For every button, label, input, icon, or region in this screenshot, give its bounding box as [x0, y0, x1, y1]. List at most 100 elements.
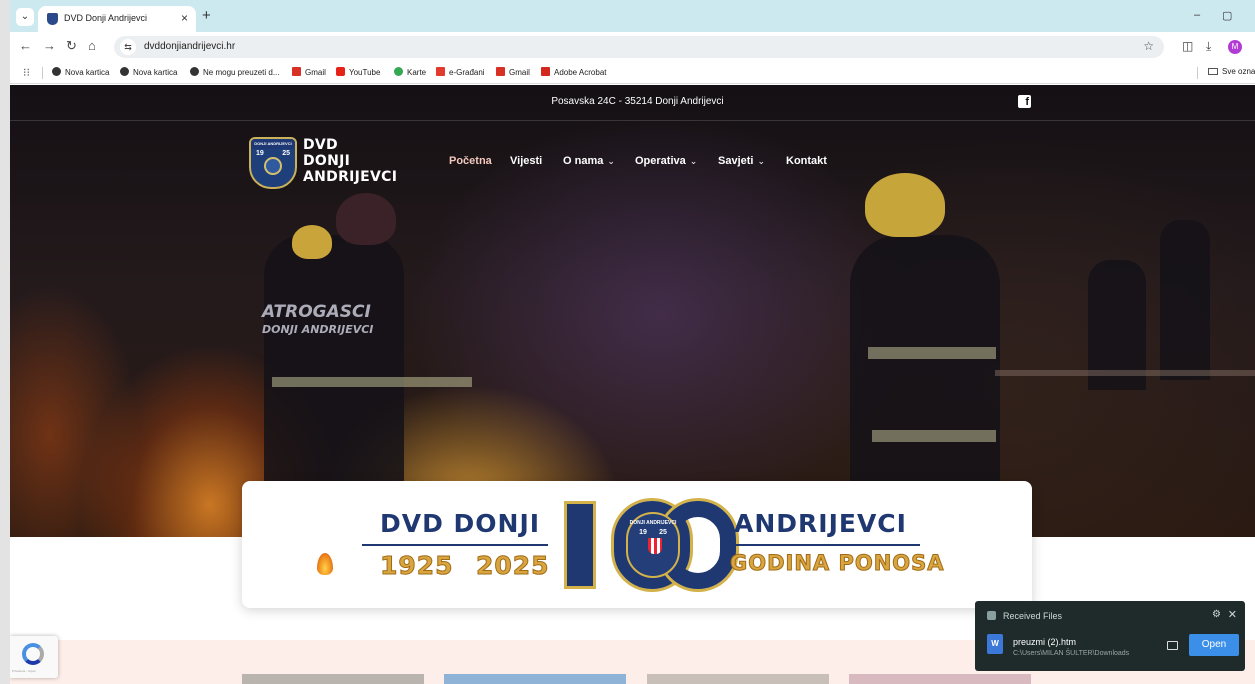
notification-title: Received Files [1003, 611, 1063, 621]
tab-close-icon[interactable]: × [181, 11, 188, 25]
bookmarks-divider [1197, 67, 1198, 79]
news-thumbnail[interactable] [647, 674, 829, 684]
nav-kontakt[interactable]: Kontakt [786, 155, 827, 167]
bookmark-item[interactable]: Nova kartica [120, 67, 177, 77]
firefighter-silhouette [1160, 220, 1210, 380]
badge-year-right: 25 [282, 150, 290, 157]
file-name[interactable]: preuzmi (2).htm [1013, 637, 1076, 647]
home-icon[interactable]: ⌂ [88, 38, 96, 54]
recaptcha-text: Privatnost - Uvjeti [12, 669, 36, 673]
bookmark-item[interactable]: Gmail [496, 67, 530, 77]
tab-strip: ⌄ DVD Donji Andrijevci × + – ▢ [10, 0, 1255, 32]
site-logo-text[interactable]: DVD DONJI ANDRIJEVCI [303, 137, 397, 185]
bookmark-item[interactable]: Ne mogu preuzeti d... [190, 67, 279, 77]
dvd-seal: DONJI ANDRIJEVCI 19 25 [626, 512, 680, 578]
helmet-shape [292, 225, 332, 259]
reflective-stripe [872, 430, 996, 442]
restore-button[interactable]: ▢ [1222, 9, 1232, 22]
site-settings-icon[interactable]: ⇆ [120, 39, 136, 55]
bookmark-item[interactable]: Adobe Acrobat [541, 67, 606, 77]
nav-pocetna[interactable]: Početna [449, 155, 492, 167]
bookmark-item[interactable]: Nova kartica [52, 67, 109, 77]
nav-operativa[interactable]: Operativa ⌄ [635, 155, 697, 167]
download-icon[interactable]: ⤓ [1206, 39, 1211, 54]
file-path: C:\Users\MILAN ŠULTER\Downloads [1013, 650, 1130, 657]
browser-toolbar: ← → ↻ ⌂ ⇆ dvddonjiandrijevci.hr ☆ ◫ ⤓ M [10, 32, 1255, 62]
received-files-notification: Received Files ⚙ ✕ W preuzmi (2).htm C:\… [975, 601, 1245, 671]
helmet-shape [865, 173, 945, 237]
globe-icon [120, 67, 129, 76]
profile-avatar[interactable]: M [1228, 40, 1242, 54]
reflective-stripe [868, 347, 996, 359]
recaptcha-badge[interactable]: Privatnost - Uvjeti [10, 636, 58, 678]
tab-title: DVD Donji Andrijevci [64, 13, 148, 23]
new-tab-button[interactable]: + [202, 8, 211, 24]
back-icon[interactable]: ← [19, 38, 32, 54]
seal-top-text: DONJI ANDRIJEVCI [629, 520, 677, 526]
seal-year-right: 25 [659, 529, 667, 536]
bookmark-item[interactable]: YouTube [336, 67, 380, 77]
site-favicon-icon [47, 13, 58, 25]
badge-year-left: 19 [256, 150, 264, 157]
url-text[interactable]: dvddonjiandrijevci.hr [144, 41, 235, 52]
banner-year-1925: 1925 [380, 551, 454, 581]
tab-search-icon[interactable]: ⌄ [16, 8, 34, 26]
chevron-down-icon: ⌄ [689, 156, 698, 166]
facebook-icon[interactable]: f [1018, 95, 1031, 108]
banner-godina-ponosa: GODINA PONOSA [730, 551, 945, 576]
reflective-stripe [272, 377, 472, 387]
nav-savjeti[interactable]: Savjeti ⌄ [718, 155, 765, 167]
recaptcha-icon [22, 643, 44, 665]
badge-top-text: DONJI ANDRIJEVCI [251, 139, 295, 149]
badge-emblem-icon [264, 157, 282, 175]
hundred-digit-one [564, 501, 596, 589]
chevron-down-icon: ⌄ [607, 156, 615, 166]
file-icon: W [987, 634, 1003, 654]
bookmark-item[interactable]: Gmail [292, 67, 326, 77]
helmet-shape [336, 193, 396, 245]
hero-section: ATROGASCI DONJI ANDRIJEVCI Posavska 24C … [10, 85, 1255, 537]
gmail-icon [292, 67, 301, 76]
flame-icon [317, 553, 333, 575]
browser-window: ⌄ DVD Donji Andrijevci × + – ▢ ← → ↻ ⌂ ⇆… [10, 0, 1255, 684]
globe-icon [52, 67, 61, 76]
e-gradjani-icon [436, 67, 445, 76]
maps-pin-icon [394, 67, 403, 76]
address-bar[interactable]: ⇆ dvddonjiandrijevci.hr ☆ [114, 36, 1164, 58]
acrobat-icon [541, 67, 550, 76]
banner-year-2025: 2025 [476, 551, 550, 581]
reload-icon[interactable]: ↻ [66, 38, 77, 54]
news-thumbnail[interactable] [849, 674, 1031, 684]
centenary-banner: DVD DONJI 1925 2025 DONJI ANDRIJEVCI 19 … [242, 481, 1032, 608]
globe-icon [190, 67, 199, 76]
news-thumbnail[interactable] [242, 674, 424, 684]
forward-icon[interactable]: → [43, 38, 56, 54]
open-folder-icon[interactable] [1167, 641, 1178, 650]
banner-divider-left [362, 544, 548, 546]
extensions-icon[interactable]: ◫ [1182, 39, 1193, 53]
news-thumbnail[interactable] [444, 674, 626, 684]
apps-grid-icon[interactable]: ⁝⁝ [23, 66, 30, 79]
all-bookmarks-folder[interactable]: Sve ozna [1208, 67, 1255, 76]
open-file-button[interactable]: Open [1189, 634, 1239, 656]
notification-app-icon [987, 611, 996, 620]
nav-vijesti[interactable]: Vijesti [510, 155, 542, 167]
dvd-logo-badge[interactable]: DONJI ANDRIJEVCI 19 25 [249, 137, 297, 189]
firefighter-silhouette [264, 235, 404, 485]
minimize-button[interactable]: – [1194, 9, 1200, 21]
close-icon[interactable]: ✕ [1228, 608, 1237, 621]
chevron-down-icon: ⌄ [757, 156, 766, 166]
banner-divider-right [722, 544, 920, 546]
tab-dvd-donji-andrijevci[interactable]: DVD Donji Andrijevci × [38, 6, 196, 32]
nav-o-nama[interactable]: O nama ⌄ [563, 155, 615, 167]
banner-dvd-donji: DVD DONJI [380, 509, 541, 538]
bookmark-star-icon[interactable]: ☆ [1143, 39, 1154, 53]
bookmark-item[interactable]: e-Građani [436, 67, 485, 77]
bookmark-item[interactable]: Karte [394, 67, 426, 77]
folder-icon [1208, 68, 1218, 75]
site-address: Posavska 24C - 35214 Donji Andrijevci [551, 96, 724, 107]
gear-icon[interactable]: ⚙ [1212, 609, 1221, 620]
guardrail [995, 370, 1255, 376]
youtube-icon [336, 67, 345, 76]
banner-andrijevci: ANDRIJEVCI [734, 509, 907, 538]
